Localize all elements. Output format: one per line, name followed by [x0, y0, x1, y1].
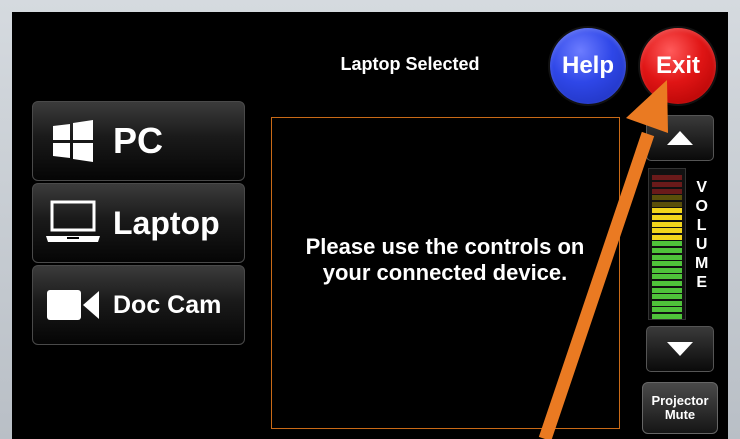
annotation-arrow-icon	[538, 80, 668, 439]
